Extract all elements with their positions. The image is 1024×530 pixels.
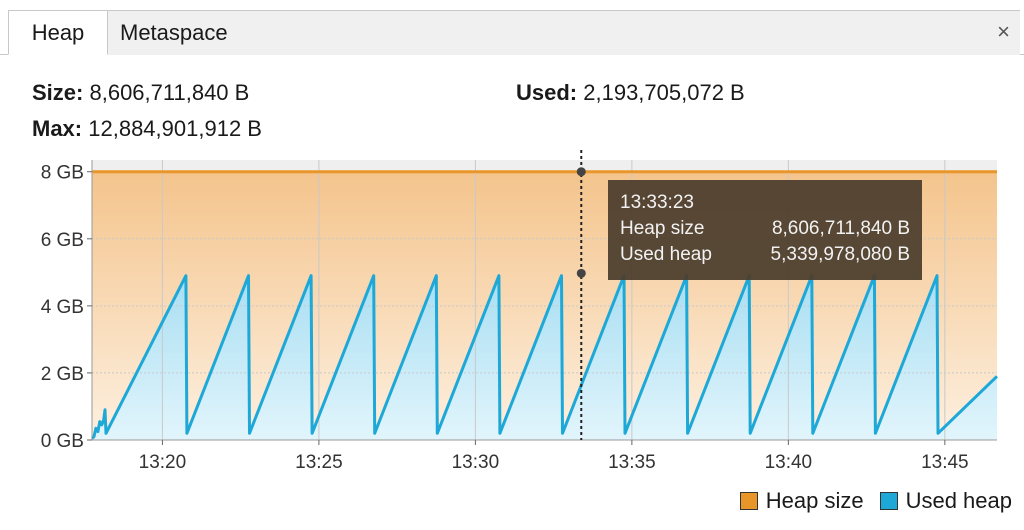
close-icon[interactable]: × bbox=[997, 18, 1010, 46]
tooltip-row-used-heap: Used heap 5,339,978,080 B bbox=[620, 242, 910, 268]
max-label: Max: bbox=[32, 116, 83, 141]
chart-legend: Heap size Used heap bbox=[724, 486, 1012, 516]
legend-label: Used heap bbox=[905, 488, 1012, 513]
legend-label: Heap size bbox=[765, 488, 864, 513]
x-tick-label: 13:40 bbox=[765, 452, 813, 473]
y-tick-label: 8 GB bbox=[41, 163, 84, 184]
max-value: 12,884,901,912 B bbox=[88, 116, 262, 141]
size-stat: Size: 8,606,711,840 B bbox=[32, 80, 249, 106]
used-stat: Used: 2,193,705,072 B bbox=[516, 80, 745, 106]
tab-heap[interactable]: Heap bbox=[8, 10, 108, 55]
legend-item-heap-size[interactable]: Heap size bbox=[739, 486, 864, 516]
x-tick-label: 13:45 bbox=[921, 452, 969, 473]
tab-metaspace[interactable]: Metaspace bbox=[108, 10, 1020, 55]
tab-bar: Heap Metaspace × bbox=[0, 0, 1024, 55]
x-tick-label: 13:20 bbox=[139, 452, 187, 473]
tooltip-value: 5,339,978,080 B bbox=[770, 244, 910, 265]
cursor-used-heap-point bbox=[576, 268, 586, 278]
size-label: Size: bbox=[32, 80, 84, 105]
tooltip-label: Heap size bbox=[620, 218, 705, 239]
y-tick-label: 0 GB bbox=[41, 431, 84, 452]
tooltip-time: 13:33:23 bbox=[620, 192, 694, 213]
x-tick-label: 13:30 bbox=[452, 452, 500, 473]
y-tick-label: 2 GB bbox=[41, 364, 84, 385]
used-label: Used: bbox=[516, 80, 578, 105]
y-tick-label: 6 GB bbox=[41, 230, 84, 251]
y-tick-label: 4 GB bbox=[41, 297, 84, 318]
tooltip-label: Used heap bbox=[620, 244, 712, 265]
used-value: 2,193,705,072 B bbox=[583, 80, 745, 105]
max-stat: Max: 12,884,901,912 B bbox=[32, 116, 262, 142]
used-heap-swatch bbox=[879, 492, 898, 510]
cursor-heap-size-point bbox=[576, 167, 586, 177]
tooltip-value: 8,606,711,840 B bbox=[771, 218, 910, 239]
x-tick-label: 13:35 bbox=[608, 452, 656, 473]
heap-size-swatch bbox=[739, 492, 758, 510]
tooltip-row-heap-size: Heap size 8,606,711,840 B bbox=[620, 216, 910, 242]
x-tick-label: 13:25 bbox=[295, 452, 343, 473]
legend-item-used-heap[interactable]: Used heap bbox=[879, 486, 1012, 516]
size-value: 8,606,711,840 B bbox=[89, 80, 250, 105]
chart-tooltip: 13:33:23 Heap size 8,606,711,840 B Used … bbox=[608, 180, 922, 280]
